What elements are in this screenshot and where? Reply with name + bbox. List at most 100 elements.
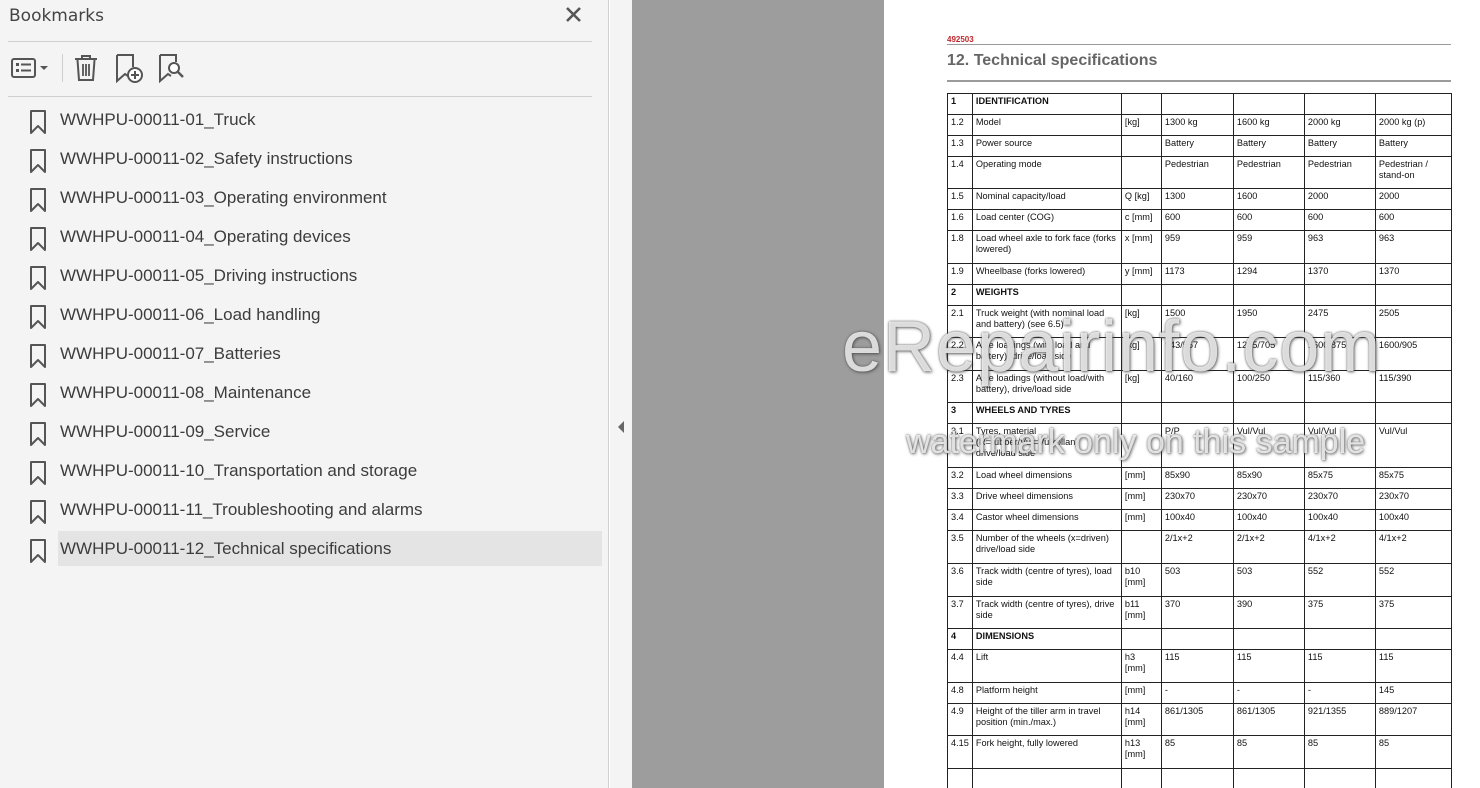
table-cell: P/P (1160, 423, 1234, 468)
table-cell: 552 (1374, 563, 1452, 597)
table-cell (1232, 284, 1305, 306)
table-cell: 963 (1303, 230, 1376, 264)
table-cell: Pedestrian / stand-on (1374, 156, 1452, 189)
table-cell: Vul/Vul (1374, 423, 1452, 468)
table-cell: 3.6 (947, 563, 973, 597)
table-cell: 100x40 (1374, 509, 1452, 531)
bookmark-label: WWHPU-00011-10_Transportation and storag… (60, 461, 418, 480)
bookmark-options-icon (11, 58, 48, 78)
table-cell (1303, 768, 1376, 788)
table-cell: 552 (1303, 563, 1376, 597)
bookmark-icon (30, 266, 46, 290)
close-panel-button[interactable] (563, 4, 585, 26)
table-cell: 1500 (1160, 305, 1234, 338)
table-cell: 1600 (1232, 188, 1305, 210)
table-cell: Height of the tiller arm in travel posit… (971, 703, 1122, 736)
table-row: 3.1 Tyres, material (R=rubber/Vul=Vulkoll… (947, 423, 1452, 468)
table-cell: Vul/Vul (1232, 423, 1305, 468)
table-cell (1160, 628, 1234, 650)
table-cell: 2.2 (947, 337, 973, 371)
table-cell: 2 (947, 284, 973, 306)
bookmark-label: WWHPU-00011-07_Batteries (60, 344, 281, 363)
table-cell: Model (971, 114, 1122, 136)
bookmark-icon (30, 500, 46, 524)
table-cell: 4 (947, 628, 973, 650)
table-cell (1232, 93, 1305, 115)
bookmark-label: WWHPU-00011-09_Service (60, 422, 271, 441)
find-bookmark-button[interactable] (155, 48, 189, 88)
table-cell: c [mm] (1120, 209, 1162, 231)
table-cell: 4.9 (947, 703, 973, 736)
bookmark-icon (30, 149, 46, 173)
table-cell: y [mm] (1120, 263, 1162, 285)
table-cell (1374, 402, 1452, 424)
table-row: 4.4 Lift h3 [mm] 115 115 115 115 (947, 649, 1452, 683)
table-cell: 3.7 (947, 596, 973, 629)
bookmark-icon (30, 344, 46, 368)
bookmark-item[interactable]: WWHPU-00011-08_Maintenance (0, 375, 609, 414)
viewer-background (632, 0, 884, 788)
bookmark-icon (30, 188, 46, 212)
bookmark-item[interactable]: WWHPU-00011-10_Transportation and storag… (0, 453, 609, 492)
spec-table: 1 IDENTIFICATION 1.2 Model [kg] 1300 kg 1600 k… (947, 93, 1452, 788)
table-cell (1303, 628, 1376, 650)
bookmark-item[interactable]: WWHPU-00011-05_Driving instructions (0, 258, 609, 297)
bookmark-label: WWHPU-00011-02_Safety instructions (60, 149, 353, 168)
bookmark-icon (30, 539, 46, 563)
table-cell (1374, 284, 1452, 306)
table-cell: 943/557 (1160, 337, 1234, 371)
bookmark-item[interactable]: WWHPU-00011-11_Troubleshooting and alarm… (0, 492, 609, 531)
table-cell: 230x70 (1303, 488, 1376, 510)
bookmark-label: WWHPU-00011-03_Operating environment (60, 188, 387, 207)
bookmark-item[interactable]: WWHPU-00011-12_Technical specifications (0, 531, 609, 570)
table-row: 2.1 Truck weight (with nominal load and b… (947, 305, 1452, 338)
bookmark-item[interactable]: WWHPU-00011-01_Truck (0, 102, 609, 141)
table-cell: 861/1305 (1160, 703, 1234, 736)
bookmark-item[interactable]: WWHPU-00011-09_Service (0, 414, 609, 453)
table-row: 4.9 Height of the tiller arm in travel po… (947, 703, 1452, 736)
table-cell: 600 (1232, 209, 1305, 231)
bookmark-item[interactable]: WWHPU-00011-07_Batteries (0, 336, 609, 375)
table-row: 1.2 Model [kg] 1300 kg 1600 kg 2000 kg 2000 kg… (947, 114, 1452, 136)
bookmark-item[interactable]: WWHPU-00011-04_Operating devices (0, 219, 609, 258)
table-row: 3.7 Track width (centre of tyres), drive … (947, 596, 1452, 629)
table-cell: Q [kg] (1120, 188, 1162, 210)
add-bookmark-button[interactable] (112, 48, 146, 88)
panel-splitter[interactable] (610, 0, 632, 788)
table-row (947, 768, 1452, 788)
bookmark-item[interactable]: WWHPU-00011-06_Load handling (0, 297, 609, 336)
table-cell: 861/1305 (1232, 703, 1305, 736)
table-cell (1120, 156, 1162, 189)
delete-bookmark-button[interactable] (70, 48, 102, 88)
table-cell: 85 (1303, 735, 1376, 769)
table-cell: 115 (1303, 649, 1376, 683)
table-cell: Drive wheel dimensions (971, 488, 1122, 510)
table-cell: 2.3 (947, 370, 973, 403)
divider (8, 96, 592, 97)
bookmark-options-button[interactable] (8, 48, 54, 88)
table-cell (1374, 93, 1452, 115)
section-row: 1 IDENTIFICATION (947, 93, 1452, 115)
table-cell: Platform height (971, 682, 1122, 704)
table-cell: 1600/875 (1303, 337, 1376, 371)
table-cell: 1173 (1160, 263, 1234, 285)
table-cell: Pedestrian (1232, 156, 1305, 189)
collapse-arrow-icon[interactable] (617, 420, 625, 434)
table-cell: - (1303, 682, 1376, 704)
table-cell: 1.9 (947, 263, 973, 285)
table-cell: x [mm] (1120, 230, 1162, 264)
table-row: 2.3 Axle loadings (without load/with batt… (947, 370, 1452, 403)
bookmark-item[interactable]: WWHPU-00011-03_Operating environment (0, 180, 609, 219)
table-cell (1120, 530, 1162, 564)
bookmark-icon (30, 383, 46, 407)
bookmark-item[interactable]: WWHPU-00011-02_Safety instructions (0, 141, 609, 180)
table-cell: 85x90 (1160, 467, 1234, 489)
table-row: 1.5 Nominal capacity/load Q [kg] 1300 1600 20… (947, 188, 1452, 210)
table-cell: 2000 (1374, 188, 1452, 210)
table-cell: WEIGHTS (971, 284, 1122, 306)
table-cell: Battery (1374, 135, 1452, 157)
table-cell: b11 [mm] (1120, 596, 1162, 629)
table-cell (1120, 628, 1162, 650)
table-cell: 2/1x+2 (1160, 530, 1234, 564)
find-bookmark-icon (159, 54, 184, 84)
